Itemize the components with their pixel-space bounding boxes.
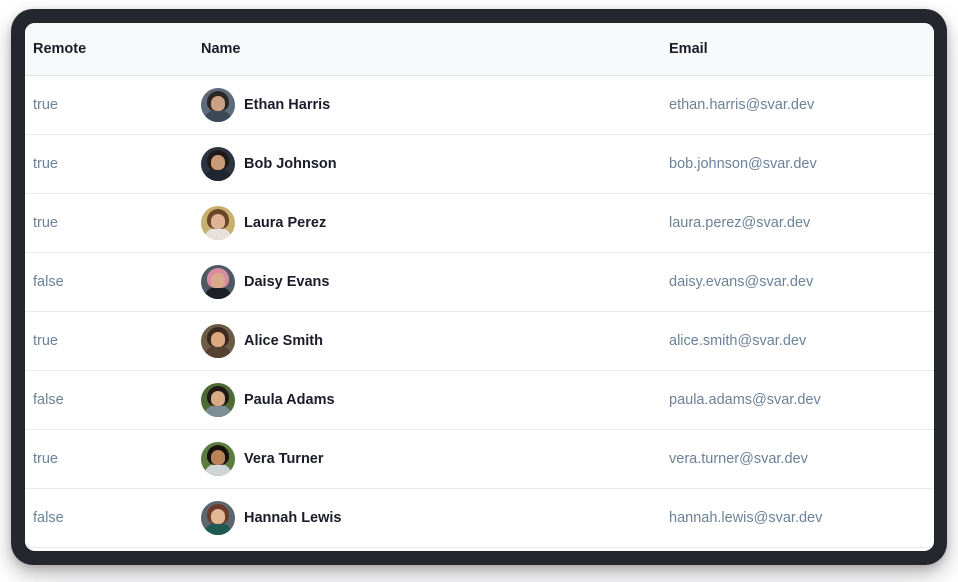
person: Daisy Evans	[201, 265, 391, 299]
cell-position: 1	[857, 430, 934, 489]
person-name: Paula Adams	[244, 392, 335, 408]
avatar-bob-johnson	[201, 147, 235, 181]
person: Hannah Lewis	[201, 501, 391, 535]
person: Ethan Harris	[201, 88, 391, 122]
person: Bob Johnson	[201, 147, 391, 181]
cell-email: hannah.lewis@svar.dev	[669, 510, 823, 526]
data-table-surface: Remote Name Email Position Status Employ…	[25, 23, 934, 551]
person-name: Vera Turner	[244, 451, 324, 467]
cell-email: daisy.evans@svar.dev	[669, 274, 814, 290]
cell-position: 1	[857, 253, 934, 312]
cell-email: ethan.harris@svar.dev	[669, 97, 815, 113]
cell-position: 4	[857, 194, 934, 253]
table-body: trueEthan Harrisethan.harris@svar.dev112…	[25, 75, 934, 548]
cell-remote: true	[33, 333, 58, 349]
cell-remote: false	[33, 510, 64, 526]
avatar-laura-perez	[201, 206, 235, 240]
avatar-daisy-evans	[201, 265, 235, 299]
cell-remote: true	[33, 215, 58, 231]
avatar-alice-smith	[201, 324, 235, 358]
column-header-email[interactable]: Email	[391, 23, 857, 76]
cell-position: 2	[857, 312, 934, 371]
cell-email: laura.perez@svar.dev	[669, 215, 811, 231]
cell-name: Bob Johnson	[113, 135, 391, 194]
cell-name: Vera Turner	[113, 430, 391, 489]
person-name: Alice Smith	[244, 333, 323, 349]
person: Alice Smith	[201, 324, 391, 358]
table-row[interactable]: falsePaula Adamspaula.adams@svar.dev1210…	[25, 370, 934, 430]
cell-remote: false	[33, 392, 64, 408]
cell-remote: true	[33, 156, 58, 172]
avatar-hannah-lewis	[201, 501, 235, 535]
table-row[interactable]: falseHannah Lewishannah.lewis@svar.dev42…	[25, 488, 934, 548]
table-row[interactable]: trueVera Turnervera.turner@svar.dev118/1…	[25, 429, 934, 489]
column-header-name[interactable]: Name	[113, 23, 391, 76]
cell-name: Ethan Harris	[113, 76, 391, 135]
cell-name: Daisy Evans	[113, 253, 391, 312]
cell-name: Paula Adams	[113, 371, 391, 430]
column-header-position[interactable]: Position	[857, 23, 934, 76]
table-header-row: Remote Name Email Position Status Employ…	[25, 23, 934, 76]
person-name: Ethan Harris	[244, 97, 331, 113]
cell-email: alice.smith@svar.dev	[669, 333, 807, 349]
person-name: Laura Perez	[244, 215, 327, 231]
table-header: Remote Name Email Position Status Employ…	[25, 23, 934, 76]
person-name: Hannah Lewis	[244, 510, 342, 526]
person: Laura Perez	[201, 206, 391, 240]
table-row[interactable]: falseDaisy Evansdaisy.evans@svar.dev127/…	[25, 252, 934, 312]
person: Vera Turner	[201, 442, 391, 476]
cell-email: bob.johnson@svar.dev	[669, 156, 817, 172]
cell-email: paula.adams@svar.dev	[669, 392, 821, 408]
data-table: Remote Name Email Position Status Employ…	[25, 23, 934, 548]
cell-remote: false	[33, 274, 64, 290]
table-row[interactable]: trueAlice Smithalice.smith@svar.dev211/1…	[25, 311, 934, 371]
cell-name: Hannah Lewis	[113, 489, 391, 548]
person: Paula Adams	[201, 383, 391, 417]
person-name: Daisy Evans	[244, 274, 330, 290]
table-row[interactable]: trueEthan Harrisethan.harris@svar.dev112…	[25, 75, 934, 135]
table-row[interactable]: trueBob Johnsonbob.johnson@svar.dev3211/…	[25, 134, 934, 194]
cell-name: Alice Smith	[113, 312, 391, 371]
cell-remote: true	[33, 451, 58, 467]
cell-position: 1	[857, 371, 934, 430]
avatar-paula-adams	[201, 383, 235, 417]
cell-email: vera.turner@svar.dev	[669, 451, 808, 467]
avatar-ethan-harris	[201, 88, 235, 122]
device-bezel: Remote Name Email Position Status Employ…	[11, 9, 947, 565]
avatar-vera-turner	[201, 442, 235, 476]
column-header-remote[interactable]: Remote	[25, 23, 113, 76]
cell-remote: true	[33, 97, 58, 113]
cell-name: Laura Perez	[113, 194, 391, 253]
cell-position: 1	[857, 76, 934, 135]
person-name: Bob Johnson	[244, 156, 337, 172]
cell-position: 3	[857, 135, 934, 194]
table-row[interactable]: trueLaura Perezlaura.perez@svar.dev423/2…	[25, 193, 934, 253]
cell-position: 4	[857, 489, 934, 548]
